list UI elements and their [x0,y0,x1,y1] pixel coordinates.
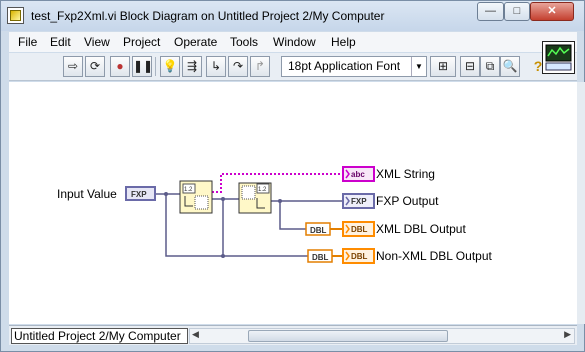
run-continuously-icon[interactable]: ⟳ [85,56,105,77]
block-diagram-canvas[interactable]: Input Value FXP 1.2 1.2 DBL DBL abc XML … [9,82,577,324]
chevron-down-icon: ▼ [411,57,426,76]
minimize-button[interactable]: — [477,2,504,21]
title-bar[interactable]: test_Fxp2Xml.vi Block Diagram on Untitle… [1,1,584,31]
wire-xml-string [212,173,343,193]
xml-string-label: XML String [376,167,435,181]
fxp-output-type-tag: FXP [351,197,367,206]
reorder-icon[interactable]: 🔍 [500,56,520,77]
unflatten-node-tag: 1.2 [258,187,267,193]
wire-to-xml-dbl [279,201,306,230]
font-select-value: 18pt Application Font [288,59,401,73]
scroll-thumb[interactable] [248,330,448,342]
retain-wire-values-icon[interactable]: ⇶ [182,56,202,77]
menu-project[interactable]: Project [123,35,160,49]
diagram-svg: Input Value FXP 1.2 1.2 DBL DBL abc XML … [57,166,492,264]
scroll-right-icon[interactable]: ▶ [564,329,571,340]
scroll-left-icon[interactable]: ◀ [192,329,199,340]
vi-connector-icon[interactable] [542,41,575,74]
xml-string-type-tag: abc [351,170,365,179]
vertical-scrollbar[interactable] [577,82,585,324]
to-dbl-node-nonxml-tag: DBL [312,253,329,262]
menu-view[interactable]: View [84,35,110,49]
toolbar: ⇨ ⟳ ● ❚❚ 💡 ⇶ ↳ ↷ ↱ 18pt Application Font… [9,53,577,81]
step-out-icon[interactable]: ↱ [250,56,270,77]
resize-objects-icon[interactable]: ⧉ [480,56,500,77]
font-select[interactable]: 18pt Application Font ▼ [281,56,427,77]
menu-window[interactable]: Window [273,35,316,49]
nonxml-dbl-type-tag: DBL [351,252,368,261]
menu-edit[interactable]: Edit [50,35,71,49]
abort-icon[interactable]: ● [110,56,130,77]
input-value-label: Input Value [57,187,117,201]
run-arrow-icon[interactable]: ⇨ [63,56,83,77]
vi-app-icon [7,7,24,24]
menu-bar: File Edit View Project Operate Tools Win… [9,32,577,52]
status-bar: Untitled Project 2/My Computer ◀ ▶ [9,325,577,345]
menu-tools[interactable]: Tools [230,35,258,49]
flatten-node-tag: 1.2 [184,187,193,193]
to-dbl-node-xml-tag: DBL [310,226,327,235]
input-type-tag: FXP [131,190,147,199]
step-into-icon[interactable]: ↳ [206,56,226,77]
distribute-objects-icon[interactable]: ⊟ [460,56,480,77]
close-button[interactable]: ✕ [530,2,574,21]
menu-file[interactable]: File [18,35,37,49]
nonxml-dbl-output-label: Non-XML DBL Output [376,249,492,263]
maximize-button[interactable]: □ [504,2,530,21]
fxp-output-label: FXP Output [376,194,439,208]
xml-dbl-type-tag: DBL [351,225,368,234]
menu-operate[interactable]: Operate [174,35,217,49]
horizontal-scrollbar[interactable]: ◀ ▶ [189,328,575,344]
align-objects-icon[interactable]: ⊞ [430,56,456,77]
highlight-execution-icon[interactable]: 💡 [160,56,180,77]
menu-help[interactable]: Help [331,35,356,49]
xml-dbl-output-label: XML DBL Output [376,222,466,236]
pause-icon[interactable]: ❚❚ [132,56,153,77]
window-title: test_Fxp2Xml.vi Block Diagram on Untitle… [31,9,385,23]
project-context-label: Untitled Project 2/My Computer [11,328,188,344]
block-diagram-window: test_Fxp2Xml.vi Block Diagram on Untitle… [0,0,585,352]
step-over-icon[interactable]: ↷ [228,56,248,77]
